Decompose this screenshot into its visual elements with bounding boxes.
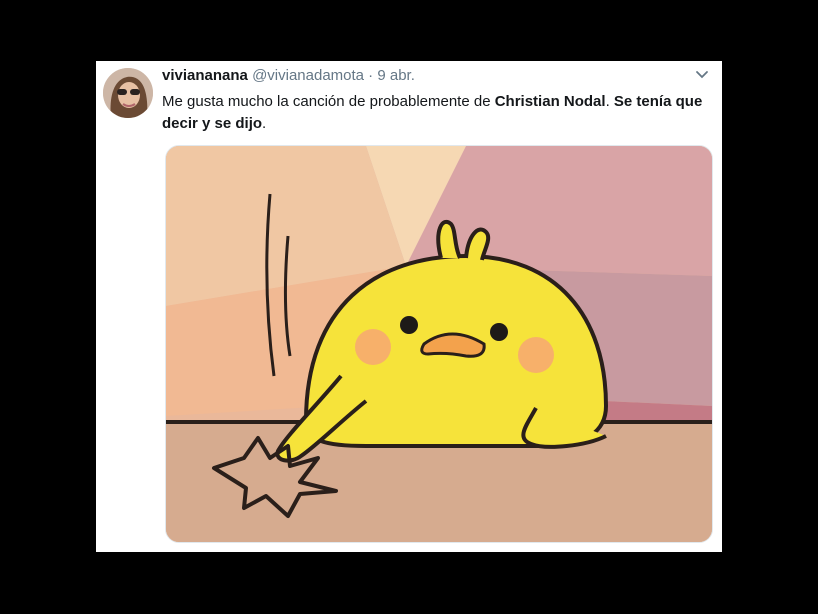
tweet-text: Me gusta mucho la canción de probablemen… — [162, 91, 712, 135]
display-name[interactable]: vivianana­na — [162, 67, 248, 84]
tweet-header: vivianana­na @vivianadamota · 9 abr. — [162, 67, 708, 84]
handle[interactable]: @vivianadamota — [252, 67, 364, 84]
tweet-date[interactable]: 9 abr. — [377, 67, 415, 84]
chick-meme-image — [166, 146, 712, 542]
tweet-text-part1: Me gusta mucho la canción de probablemen… — [162, 93, 495, 110]
tweet-media-image[interactable] — [165, 145, 713, 543]
tweet-card[interactable]: vivianana­na @vivianadamota · 9 abr. Me … — [96, 61, 722, 552]
chevron-down-icon[interactable] — [694, 67, 710, 83]
tweet-text-part3: . — [262, 115, 267, 132]
tweet-text-part2: . — [605, 93, 614, 110]
tweet-text-bold1: Christian Nodal — [494, 93, 606, 110]
separator: · — [364, 67, 378, 84]
avatar[interactable] — [103, 68, 153, 118]
avatar-photo — [103, 68, 153, 118]
